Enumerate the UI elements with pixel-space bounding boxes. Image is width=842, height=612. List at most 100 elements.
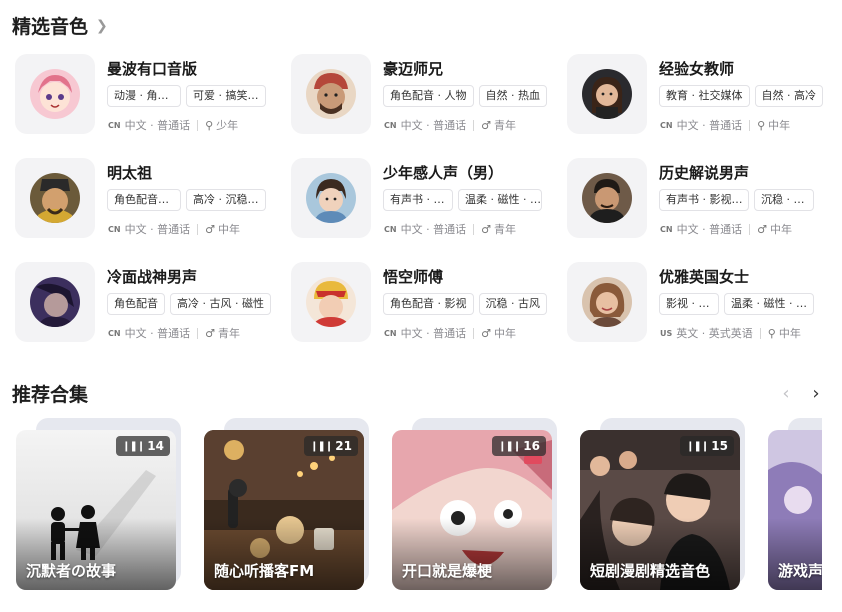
- voice-card[interactable]: 优雅英国女士 影视 · … 温柔 · 磁性 · … US 英文 · 英式英语 ⚲…: [567, 262, 837, 352]
- voice-tag[interactable]: 温柔 · 磁性 · …: [458, 189, 542, 211]
- collections-section-header: 推荐合集: [12, 380, 88, 407]
- voice-card[interactable]: 曼波有口音版 动漫 · 角… 可爱 · 搞笑… CN 中文 · 普通话 ⚲ 少年: [15, 54, 285, 144]
- voice-card[interactable]: 悟空师傅 角色配音 · 影视 沉稳 · 古风 CN 中文 · 普通话 ♂ 中年: [291, 262, 561, 352]
- voice-avatar-box[interactable]: [291, 158, 371, 238]
- voice-card[interactable]: 冷面战神男声 角色配音 高冷 · 古风 · 磁性 CN 中文 · 普通话 ♂ 青…: [15, 262, 285, 352]
- avatar: [30, 277, 80, 327]
- voice-tags: 有声书 · 影视… 沉稳 · …: [659, 189, 814, 211]
- voice-tag[interactable]: 角色配音: [107, 293, 165, 315]
- voice-language: 中文 · 普通话: [400, 119, 467, 132]
- divider: [749, 223, 751, 235]
- voice-avatar-box[interactable]: [15, 158, 95, 238]
- chevron-left-icon[interactable]: ‹: [778, 383, 794, 404]
- voice-name: 悟空师傅: [383, 268, 444, 286]
- voice-card[interactable]: 明太祖 角色配音… 高冷 · 沉稳… CN 中文 · 普通话 ♂ 中年: [15, 158, 285, 248]
- voice-avatar-box[interactable]: [291, 54, 371, 134]
- track-count: 14: [147, 439, 164, 453]
- voice-card[interactable]: 少年感人声（男） 有声书 · … 温柔 · 磁性 · … CN 中文 · 普通话…: [291, 158, 561, 248]
- voice-avatar-box[interactable]: [15, 262, 95, 342]
- voice-language: 中文 · 普通话: [124, 223, 191, 236]
- voice-tag[interactable]: 高冷 · 古风 · 磁性: [170, 293, 271, 315]
- voice-language: 中文 · 普通话: [124, 327, 191, 340]
- voice-tag[interactable]: 影视 · …: [659, 293, 719, 315]
- voice-tag[interactable]: 有声书 · 影视…: [659, 189, 749, 211]
- voice-avatar-box[interactable]: [567, 262, 647, 342]
- voice-tag[interactable]: 可爱 · 搞笑…: [186, 85, 266, 107]
- country-code: US: [660, 328, 673, 338]
- voice-avatar-box[interactable]: [567, 54, 647, 134]
- voice-avatar-box[interactable]: [15, 54, 95, 134]
- chevron-right-icon[interactable]: ❯: [96, 18, 108, 34]
- country-code: CN: [108, 224, 121, 234]
- voice-card[interactable]: 历史解说男声 有声书 · 影视… 沉稳 · … CN 中文 · 普通话 ♂ 中年: [567, 158, 837, 248]
- collection-card[interactable]: ❙❚❙ 15 短剧漫剧精选音色: [580, 416, 745, 594]
- avatar: [306, 277, 356, 327]
- voice-meta: CN 中文 · 普通话 ♂ 中年: [660, 221, 792, 237]
- voice-tag[interactable]: 教育 · 社交媒体: [659, 85, 750, 107]
- country-code: CN: [108, 328, 121, 338]
- country-code: CN: [108, 120, 121, 130]
- voice-card[interactable]: 豪迈师兄 角色配音 · 人物 自然 · 热血 CN 中文 · 普通话 ♂ 青年: [291, 54, 561, 144]
- voice-tag[interactable]: 角色配音 · 人物: [383, 85, 474, 107]
- voice-name: 明太祖: [107, 164, 153, 182]
- voice-meta: CN 中文 · 普通话 ⚲ 中年: [660, 117, 790, 133]
- voice-age: 中年: [769, 223, 792, 236]
- voice-grid: 曼波有口音版 动漫 · 角… 可爱 · 搞笑… CN 中文 · 普通话 ⚲ 少年…: [15, 54, 835, 354]
- collection-card[interactable]: ❙❚❙ 16 开口就是爆梗: [392, 416, 557, 594]
- voice-meta: US 英文 · 英式英语 ⚲ 中年: [660, 325, 801, 341]
- voice-meta: CN 中文 · 普通话 ♂ 青年: [384, 117, 516, 133]
- voice-tag[interactable]: 温柔 · 磁性 · …: [724, 293, 814, 315]
- voice-tags: 角色配音 · 影视 沉稳 · 古风: [383, 293, 547, 315]
- collection-card[interactable]: 游戏声: [768, 416, 822, 594]
- divider: [473, 223, 475, 235]
- voice-tag[interactable]: 沉稳 · …: [754, 189, 814, 211]
- voice-tag[interactable]: 自然 · 热血: [478, 85, 547, 107]
- voice-age: 青年: [493, 223, 516, 236]
- voice-language: 中文 · 普通话: [676, 119, 743, 132]
- track-count-badge: ❙❚❙ 15: [680, 436, 734, 456]
- featured-section-header[interactable]: 精选音色 ❯: [12, 12, 108, 39]
- voice-age: 少年: [216, 119, 239, 132]
- collection-card[interactable]: ❙❚❙ 14 沉默者の故事: [16, 416, 181, 594]
- voice-tag[interactable]: 有声书 · …: [383, 189, 453, 211]
- voice-card[interactable]: 经验女教师 教育 · 社交媒体 自然 · 高冷 CN 中文 · 普通话 ⚲ 中年: [567, 54, 837, 144]
- chevron-right-icon[interactable]: ›: [808, 383, 824, 404]
- voice-tag[interactable]: 沉稳 · 古风: [478, 293, 547, 315]
- collection-card[interactable]: ❙❚❙ 21 随心听播客FM: [204, 416, 369, 594]
- collections-section-title: 推荐合集: [12, 384, 89, 406]
- voice-tag[interactable]: 自然 · 高冷: [754, 85, 823, 107]
- divider: [197, 223, 199, 235]
- male-icon: ♂: [481, 222, 491, 236]
- voice-language: 英文 · 英式英语: [676, 327, 753, 340]
- country-code: CN: [660, 120, 673, 130]
- male-icon: ♂: [481, 118, 491, 132]
- voice-age: 青年: [217, 327, 240, 340]
- voice-meta: CN 中文 · 普通话 ⚲ 少年: [108, 117, 238, 133]
- avatar: [582, 69, 632, 119]
- male-icon: ♂: [205, 222, 215, 236]
- divider: [473, 327, 475, 339]
- voice-tag[interactable]: 高冷 · 沉稳…: [186, 189, 266, 211]
- divider: [197, 119, 199, 131]
- audio-bars-icon: ❙❚❙: [498, 440, 521, 452]
- voice-tag[interactable]: 角色配音 · 影视: [383, 293, 474, 315]
- voice-meta: CN 中文 · 普通话 ♂ 中年: [384, 325, 516, 341]
- voice-avatar-box[interactable]: [291, 262, 371, 342]
- voice-language: 中文 · 普通话: [124, 119, 191, 132]
- voice-language: 中文 · 普通话: [676, 223, 743, 236]
- voice-name: 优雅英国女士: [659, 268, 750, 286]
- country-code: CN: [660, 224, 673, 234]
- divider: [759, 327, 761, 339]
- divider: [197, 327, 199, 339]
- divider: [749, 119, 751, 131]
- voice-tag[interactable]: 动漫 · 角…: [107, 85, 181, 107]
- voice-meta: CN 中文 · 普通话 ♂ 中年: [108, 221, 240, 237]
- collection-title: 短剧漫剧精选音色: [590, 562, 711, 580]
- featured-section-title: 精选音色: [12, 16, 89, 38]
- avatar: [30, 173, 80, 223]
- voice-tag[interactable]: 角色配音…: [107, 189, 181, 211]
- collection-title: 游戏声: [778, 562, 822, 580]
- male-icon: ♂: [481, 326, 491, 340]
- collections-nav: ‹ ›: [778, 383, 824, 404]
- voice-avatar-box[interactable]: [567, 158, 647, 238]
